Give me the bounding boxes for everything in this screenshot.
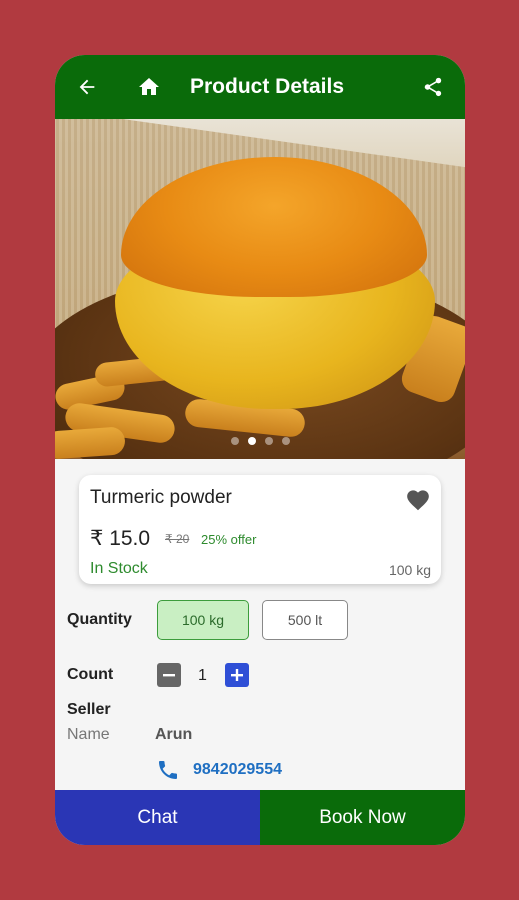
quantity-label: Quantity xyxy=(67,611,132,628)
quantity-option-500lt[interactable]: 500 lt xyxy=(262,600,348,640)
stock-status: In Stock xyxy=(90,560,148,577)
seller-phone-number[interactable]: 9842029554 xyxy=(193,761,282,779)
chat-button[interactable]: Chat xyxy=(55,790,260,845)
count-label: Count xyxy=(67,666,114,683)
home-icon[interactable] xyxy=(135,73,163,101)
carousel-dot[interactable] xyxy=(264,437,273,445)
product-price: ₹ 15.0 xyxy=(90,527,151,550)
original-price: ₹ 20 xyxy=(165,532,190,546)
page-title: Product Details xyxy=(190,75,345,98)
seller-name-key: Name xyxy=(67,726,110,743)
carousel-dot[interactable] xyxy=(230,437,239,445)
product-weight: 100 kg xyxy=(388,562,431,578)
share-icon[interactable] xyxy=(419,73,447,101)
seller-name-value: Arun xyxy=(155,726,193,743)
product-image-carousel[interactable] xyxy=(55,119,465,459)
phone-screen: Product Details Turmeric powder ₹ 15.0 ₹… xyxy=(55,55,465,845)
back-arrow-icon[interactable] xyxy=(73,73,101,101)
count-value: 1 xyxy=(198,667,207,684)
decrement-button[interactable] xyxy=(157,663,181,687)
app-bar: Product Details xyxy=(55,55,465,119)
carousel-dot[interactable] xyxy=(281,437,290,445)
bottom-action-bar: Chat Book Now xyxy=(55,790,465,845)
carousel-indicator xyxy=(55,437,465,445)
seller-label: Seller xyxy=(67,701,111,718)
heart-icon[interactable] xyxy=(405,487,431,516)
carousel-dot-active[interactable] xyxy=(247,437,256,445)
offer-label: 25% offer xyxy=(201,532,257,547)
increment-button[interactable] xyxy=(225,663,249,687)
product-name: Turmeric powder xyxy=(90,487,232,508)
book-now-button[interactable]: Book Now xyxy=(260,790,465,845)
quantity-option-100kg[interactable]: 100 kg xyxy=(157,600,249,640)
phone-icon[interactable] xyxy=(156,758,180,787)
product-info-card: Turmeric powder ₹ 15.0 ₹ 20 25% offer In… xyxy=(79,475,441,584)
